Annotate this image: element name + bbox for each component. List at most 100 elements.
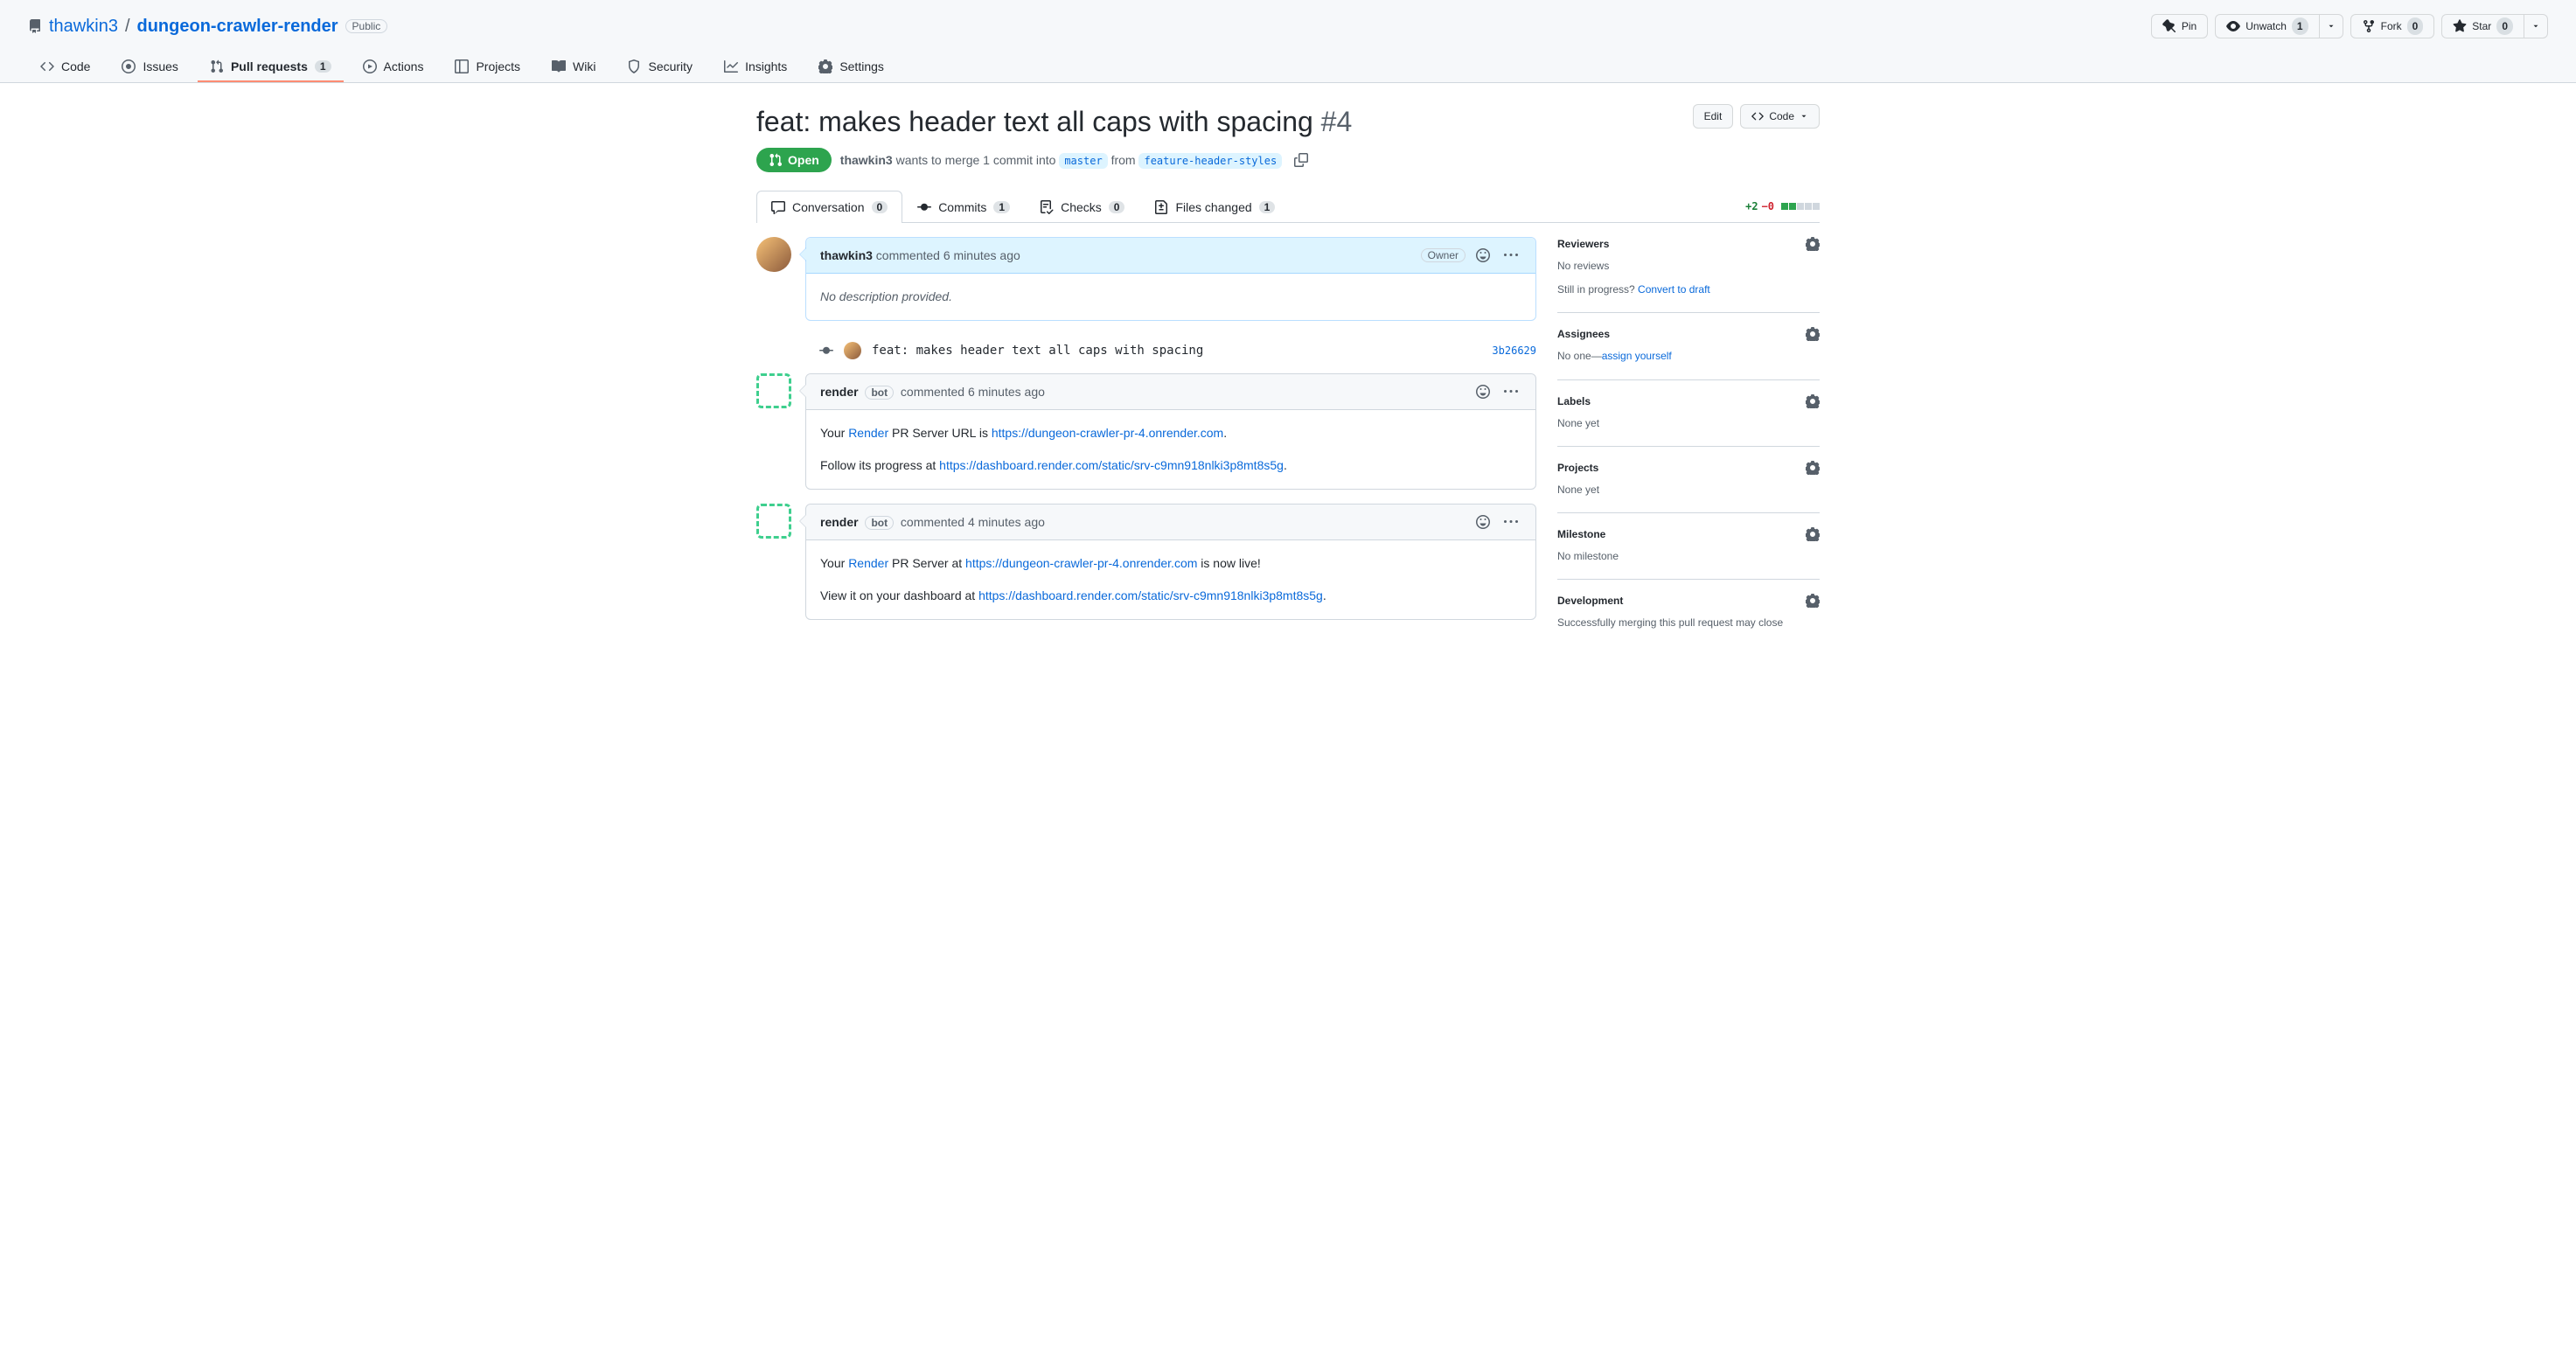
pr-icon [210,59,224,73]
visibility-badge: Public [345,19,388,33]
gear-icon[interactable] [1806,394,1820,408]
comment-icon [771,200,785,214]
gear-icon[interactable] [1806,327,1820,341]
tab-insights[interactable]: Insights [712,52,799,82]
copy-icon [1294,153,1308,167]
pr-number: #4 [1321,106,1353,137]
star-button[interactable]: Star 0 [2441,14,2524,38]
comment-author-link[interactable]: render [820,385,859,399]
kebab-button[interactable] [1500,511,1521,532]
unwatch-dropdown[interactable] [2320,14,2343,38]
comment-author-link[interactable]: render [820,515,859,529]
tab-issues[interactable]: Issues [109,52,190,82]
kebab-icon [1504,248,1518,262]
star-icon [2453,19,2467,33]
file-diff-icon [1154,200,1168,214]
code-icon [40,59,54,73]
copy-branch-button[interactable] [1291,151,1312,169]
react-button[interactable] [1472,245,1493,266]
pr-tab-checks[interactable]: Checks0 [1025,191,1139,223]
fork-button[interactable]: Fork 0 [2350,14,2435,38]
tab-wiki[interactable]: Wiki [540,52,608,82]
commit-icon [819,344,833,358]
pr-merge-description: thawkin3 wants to merge 1 commit into ma… [840,153,1282,167]
play-icon [363,59,377,73]
kebab-button[interactable] [1500,381,1521,402]
avatar[interactable] [756,504,791,539]
tab-code[interactable]: Code [28,52,102,82]
diff-stat: +2 −0 [1745,200,1820,212]
sidebar-milestone: Milestone No milestone [1557,513,1820,580]
commit-message[interactable]: feat: makes header text all caps with sp… [872,344,1203,358]
gear-icon[interactable] [1806,237,1820,251]
tab-pull-requests[interactable]: Pull requests1 [198,52,344,82]
convert-to-draft-link[interactable]: Convert to draft [1638,283,1710,296]
react-button[interactable] [1472,511,1493,532]
eye-icon [2226,19,2240,33]
chevron-down-icon [2531,22,2540,31]
pr-tab-files[interactable]: Files changed1 [1139,191,1290,223]
repo-icon [28,19,42,33]
kebab-icon [1504,515,1518,529]
watch-count: 1 [2292,17,2308,35]
comment-author-link[interactable]: thawkin3 [820,248,873,262]
code-icon [1751,110,1764,122]
checklist-icon [1040,200,1054,214]
pin-button[interactable]: Pin [2151,14,2208,38]
tab-security[interactable]: Security [615,52,705,82]
pr-server-url-link[interactable]: https://dungeon-crawler-pr-4.onrender.co… [965,556,1197,570]
code-dropdown-button[interactable]: Code [1740,104,1820,129]
gear-icon [818,59,832,73]
pin-icon [2162,19,2176,33]
gear-icon[interactable] [1806,594,1820,608]
bot-badge: bot [865,386,894,400]
repo-owner-link[interactable]: thawkin3 [49,17,118,37]
comment: render bot commented 6 minutes ago Your … [805,373,1536,490]
comment-body: Your Render PR Server URL is https://dun… [806,410,1535,489]
fork-icon [2362,19,2376,33]
pr-count: 1 [315,60,331,73]
edit-button[interactable]: Edit [1693,104,1734,129]
comment-body: Your Render PR Server at https://dungeon… [806,540,1535,619]
render-link[interactable]: Render [848,556,888,570]
react-button[interactable] [1472,381,1493,402]
sidebar-development: Development Successfully merging this pu… [1557,580,1820,645]
avatar[interactable] [756,373,791,408]
pr-title: feat: makes header text all caps with sp… [756,104,1352,139]
commit-sha-link[interactable]: 3b26629 [1492,344,1536,357]
tab-settings[interactable]: Settings [806,52,896,82]
commit-author-avatar[interactable] [844,342,861,359]
smiley-icon [1476,515,1490,529]
sidebar-labels: Labels None yet [1557,380,1820,447]
comment-body-text: No description provided. [820,288,1521,306]
book-icon [552,59,566,73]
unwatch-button[interactable]: Unwatch 1 [2215,14,2319,38]
gear-icon[interactable] [1806,527,1820,541]
avatar[interactable] [756,237,791,272]
shield-icon [627,59,641,73]
tab-projects[interactable]: Projects [442,52,533,82]
comment: render bot commented 4 minutes ago Your … [805,504,1536,620]
head-branch[interactable]: feature-header-styles [1138,153,1282,169]
star-dropdown[interactable] [2524,14,2548,38]
repo-name-link[interactable]: dungeon-crawler-render [137,17,338,37]
tab-actions[interactable]: Actions [351,52,436,82]
dashboard-url-link[interactable]: https://dashboard.render.com/static/srv-… [939,458,1284,472]
dashboard-url-link[interactable]: https://dashboard.render.com/static/srv-… [978,588,1323,602]
gear-icon[interactable] [1806,461,1820,475]
table-icon [455,59,469,73]
kebab-button[interactable] [1500,245,1521,266]
render-link[interactable]: Render [848,426,888,440]
chevron-down-icon [2327,22,2336,31]
kebab-icon [1504,385,1518,399]
pr-state-badge: Open [756,148,832,172]
pr-server-url-link[interactable]: https://dungeon-crawler-pr-4.onrender.co… [992,426,1223,440]
base-branch[interactable]: master [1059,153,1107,169]
assign-yourself-link[interactable]: assign yourself [1602,350,1672,362]
commit-icon [917,200,931,214]
pr-tab-commits[interactable]: Commits1 [902,191,1025,223]
pr-tab-conversation[interactable]: Conversation0 [756,191,902,223]
star-count: 0 [2496,17,2513,35]
bot-badge: bot [865,516,894,530]
pr-author-link[interactable]: thawkin3 [840,153,893,167]
